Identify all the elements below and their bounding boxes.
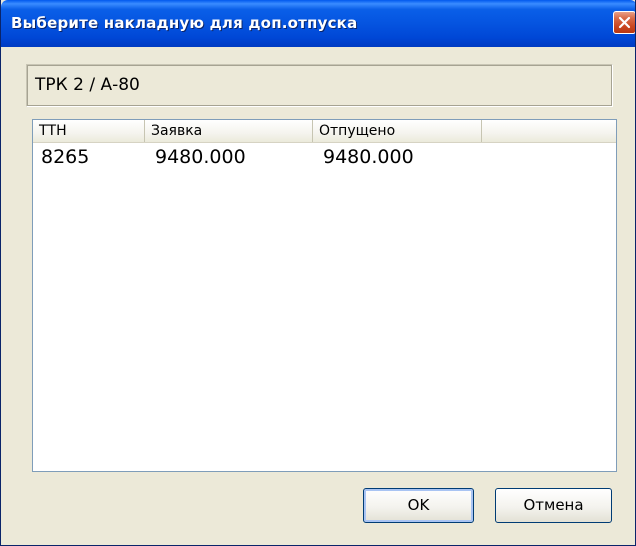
- invoice-list[interactable]: ТТН Заявка Отпущено 8265 9480.000 9480.0…: [32, 119, 617, 472]
- column-header-ttn[interactable]: ТТН: [33, 120, 145, 142]
- cancel-button[interactable]: Отмена: [495, 488, 612, 523]
- column-header-empty[interactable]: [482, 120, 616, 142]
- cell-ttn: 8265: [41, 146, 90, 168]
- close-icon: [618, 16, 631, 29]
- column-header-request[interactable]: Заявка: [145, 120, 313, 142]
- info-panel: ТРК 2 / А-80: [26, 64, 613, 107]
- column-header-dispensed[interactable]: Отпущено: [313, 120, 482, 142]
- list-header: ТТН Заявка Отпущено: [33, 120, 616, 143]
- dispenser-fuel-label: ТРК 2 / А-80: [35, 75, 140, 95]
- cell-request: 9480.000: [155, 146, 246, 168]
- close-button[interactable]: [613, 11, 635, 34]
- dialog-title: Выберите накладную для доп.отпуска: [11, 14, 358, 32]
- cell-dispensed: 9480.000: [323, 146, 414, 168]
- titlebar: Выберите накладную для доп.отпуска: [1, 0, 635, 47]
- list-item[interactable]: 8265 9480.000 9480.000: [33, 145, 616, 169]
- dialog-window: Выберите накладную для доп.отпуска ТРК 2…: [0, 0, 636, 546]
- ok-button[interactable]: OK: [363, 488, 474, 523]
